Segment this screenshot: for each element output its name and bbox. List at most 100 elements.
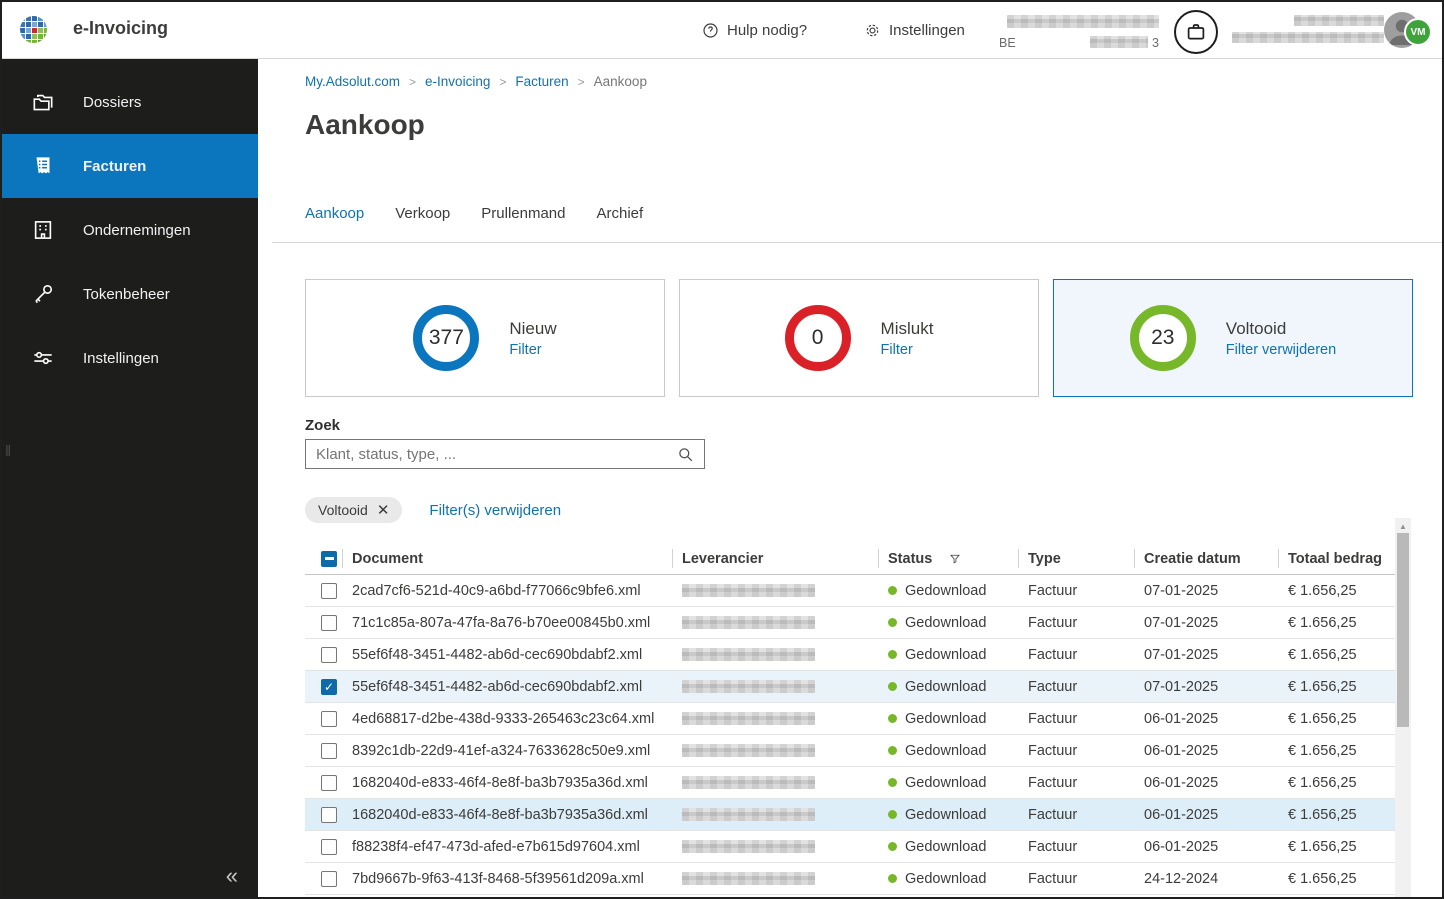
app-title: e-Invoicing bbox=[73, 18, 169, 38]
document-name: f88238f4-ef47-473d-afed-e7b615d97604.xml bbox=[352, 838, 640, 855]
company-vat-suffix: 3 bbox=[1152, 36, 1159, 50]
status-text: Gedownload bbox=[905, 614, 987, 631]
tab-verkoop[interactable]: Verkoop bbox=[395, 205, 450, 226]
stat-card-mislukt[interactable]: 0 Mislukt Filter bbox=[679, 279, 1039, 397]
sidebar-item-ondernemingen[interactable]: Ondernemingen bbox=[2, 198, 258, 262]
tab-aankoop[interactable]: Aankoop bbox=[305, 205, 364, 226]
supplier-redacted bbox=[682, 840, 815, 853]
date-text: 07-01-2025 bbox=[1144, 614, 1219, 631]
search-input[interactable] bbox=[306, 445, 676, 463]
supplier-redacted bbox=[682, 584, 815, 597]
date-text: 06-01-2025 bbox=[1144, 774, 1219, 791]
column-header-document[interactable]: Document bbox=[342, 543, 672, 574]
amount-text: € 1.656,25 bbox=[1288, 806, 1357, 823]
sidebar-item-facturen[interactable]: Facturen bbox=[2, 134, 258, 198]
table-row[interactable]: 8392c1db-22d9-41ef-a324-7633628c50e9.xml… bbox=[305, 735, 1395, 767]
header-settings-button[interactable]: Instellingen bbox=[863, 2, 965, 58]
top-bar: e-Invoicing Hulp nodig? Instellingen BE … bbox=[2, 2, 1442, 59]
row-checkbox[interactable] bbox=[321, 742, 337, 759]
status-text: Gedownload bbox=[905, 710, 987, 727]
status-text: Gedownload bbox=[905, 838, 987, 855]
amount-text: € 1.656,25 bbox=[1288, 710, 1357, 727]
company-switcher-button[interactable] bbox=[1174, 10, 1218, 54]
tab-prullenmand[interactable]: Prullenmand bbox=[481, 205, 565, 226]
user-menu[interactable]: VM bbox=[1384, 11, 1432, 49]
filter-chip-voltooid[interactable]: Voltooid ✕ bbox=[305, 497, 403, 523]
status-dot bbox=[888, 746, 897, 755]
scrollbar-thumb[interactable] bbox=[1397, 533, 1409, 727]
status-text: Gedownload bbox=[905, 582, 987, 599]
table-row[interactable]: 7bd9667b-9f63-413f-8468-5f39561d209a.xml… bbox=[305, 863, 1395, 895]
status-header-label: Status bbox=[888, 550, 933, 567]
clear-filters-link[interactable]: Filter(s) verwijderen bbox=[429, 502, 561, 519]
amount-text: € 1.656,25 bbox=[1288, 742, 1357, 759]
sidebar-item-tokenbeheer[interactable]: Tokenbeheer bbox=[2, 262, 258, 326]
supplier-redacted bbox=[682, 744, 815, 757]
row-checkbox[interactable] bbox=[321, 582, 337, 599]
date-text: 06-01-2025 bbox=[1144, 806, 1219, 823]
amount-text: € 1.656,25 bbox=[1288, 614, 1357, 631]
tab-archief[interactable]: Archief bbox=[596, 205, 643, 226]
filter-chip-label: Voltooid bbox=[318, 502, 368, 518]
sidebar-item-dossiers[interactable]: Dossiers bbox=[2, 70, 258, 134]
table-row[interactable]: 1682040d-e833-46f4-8e8f-ba3b7935a36d.xml… bbox=[305, 767, 1395, 799]
table-row[interactable]: 4ed68817-d2be-438d-9333-265463c23c64.xml… bbox=[305, 703, 1395, 735]
stat-filter-link[interactable]: Filter verwijderen bbox=[1226, 342, 1336, 358]
column-header-leverancier[interactable]: Leverancier bbox=[672, 543, 878, 574]
row-checkbox[interactable] bbox=[321, 646, 337, 663]
column-header-type[interactable]: Type bbox=[1018, 543, 1134, 574]
stat-filter-link[interactable]: Filter bbox=[509, 342, 556, 358]
search-label: Zoek bbox=[305, 417, 341, 434]
sidebar-item-label: Ondernemingen bbox=[83, 221, 191, 239]
type-text: Factuur bbox=[1028, 742, 1078, 759]
status-dot bbox=[888, 778, 897, 787]
column-header-totaal-bedrag[interactable]: Totaal bedrag bbox=[1278, 543, 1395, 574]
breadcrumb-separator: > bbox=[577, 74, 585, 89]
breadcrumb-item-facturen[interactable]: Facturen bbox=[515, 74, 568, 89]
document-name: 1682040d-e833-46f4-8e8f-ba3b7935a36d.xml bbox=[352, 806, 648, 823]
table-row[interactable]: 71c1c85a-807a-47fa-8a76-b70ee00845b0.xml… bbox=[305, 607, 1395, 639]
row-checkbox[interactable] bbox=[321, 710, 337, 727]
sidebar-collapse-button[interactable]: « bbox=[226, 865, 238, 887]
breadcrumb-item-my-adsolut-com[interactable]: My.Adsolut.com bbox=[305, 74, 400, 89]
table-row[interactable]: f88238f4-ef47-473d-afed-e7b615d97604.xml… bbox=[305, 831, 1395, 863]
status-filter-icon[interactable] bbox=[948, 552, 962, 566]
row-checkbox[interactable] bbox=[321, 614, 337, 631]
table-scrollbar[interactable]: ▲ bbox=[1395, 518, 1411, 897]
column-header-status[interactable]: Status bbox=[878, 543, 1018, 574]
stat-filter-link[interactable]: Filter bbox=[881, 342, 934, 358]
document-name: 8392c1db-22d9-41ef-a324-7633628c50e9.xml bbox=[352, 742, 651, 759]
panel-resize-handle[interactable]: ‖ bbox=[5, 443, 12, 460]
row-checkbox[interactable] bbox=[321, 678, 337, 695]
date-text: 24-12-2024 bbox=[1144, 870, 1219, 887]
table-row[interactable]: 55ef6f48-3451-4482-ab6d-cec690bdabf2.xml… bbox=[305, 639, 1395, 671]
search-icon[interactable] bbox=[676, 445, 695, 464]
row-checkbox[interactable] bbox=[321, 806, 337, 823]
row-checkbox[interactable] bbox=[321, 774, 337, 791]
supplier-redacted bbox=[682, 712, 815, 725]
row-checkbox[interactable] bbox=[321, 870, 337, 887]
main-content: My.Adsolut.com > e-Invoicing > Facturen > Aank… bbox=[258, 59, 1442, 897]
chip-close-icon[interactable]: ✕ bbox=[377, 503, 390, 518]
column-header-creatie-datum[interactable]: Creatie datum bbox=[1134, 543, 1278, 574]
type-text: Factuur bbox=[1028, 710, 1078, 727]
table-row[interactable]: 55ef6f48-3451-4482-ab6d-cec690bdabf2.xml… bbox=[305, 671, 1395, 703]
stat-card-nieuw[interactable]: 377 Nieuw Filter bbox=[305, 279, 665, 397]
page-title: Aankoop bbox=[305, 109, 425, 140]
status-dot bbox=[888, 618, 897, 627]
type-text: Factuur bbox=[1028, 838, 1078, 855]
breadcrumb-item-aankoop: Aankoop bbox=[593, 74, 647, 89]
type-text: Factuur bbox=[1028, 806, 1078, 823]
adsolut-logo-icon bbox=[20, 16, 47, 43]
row-checkbox[interactable] bbox=[321, 838, 337, 855]
type-text: Factuur bbox=[1028, 774, 1078, 791]
breadcrumb-item-e-invoicing[interactable]: e-Invoicing bbox=[425, 74, 490, 89]
select-all-checkbox[interactable] bbox=[321, 550, 337, 567]
sidebar-item-instellingen[interactable]: Instellingen bbox=[2, 326, 258, 390]
invoices-table: Document Leverancier Status Type Creatie… bbox=[305, 543, 1395, 895]
help-button[interactable]: Hulp nodig? bbox=[701, 2, 807, 58]
stat-card-voltooid[interactable]: 23 Voltooid Filter verwijderen bbox=[1053, 279, 1413, 397]
table-row[interactable]: 1682040d-e833-46f4-8e8f-ba3b7935a36d.xml… bbox=[305, 799, 1395, 831]
scroll-up-button[interactable]: ▲ bbox=[1395, 522, 1411, 531]
table-row[interactable]: 2cad7cf6-521d-40c9-a6bd-f77066c9bfe6.xml… bbox=[305, 575, 1395, 607]
